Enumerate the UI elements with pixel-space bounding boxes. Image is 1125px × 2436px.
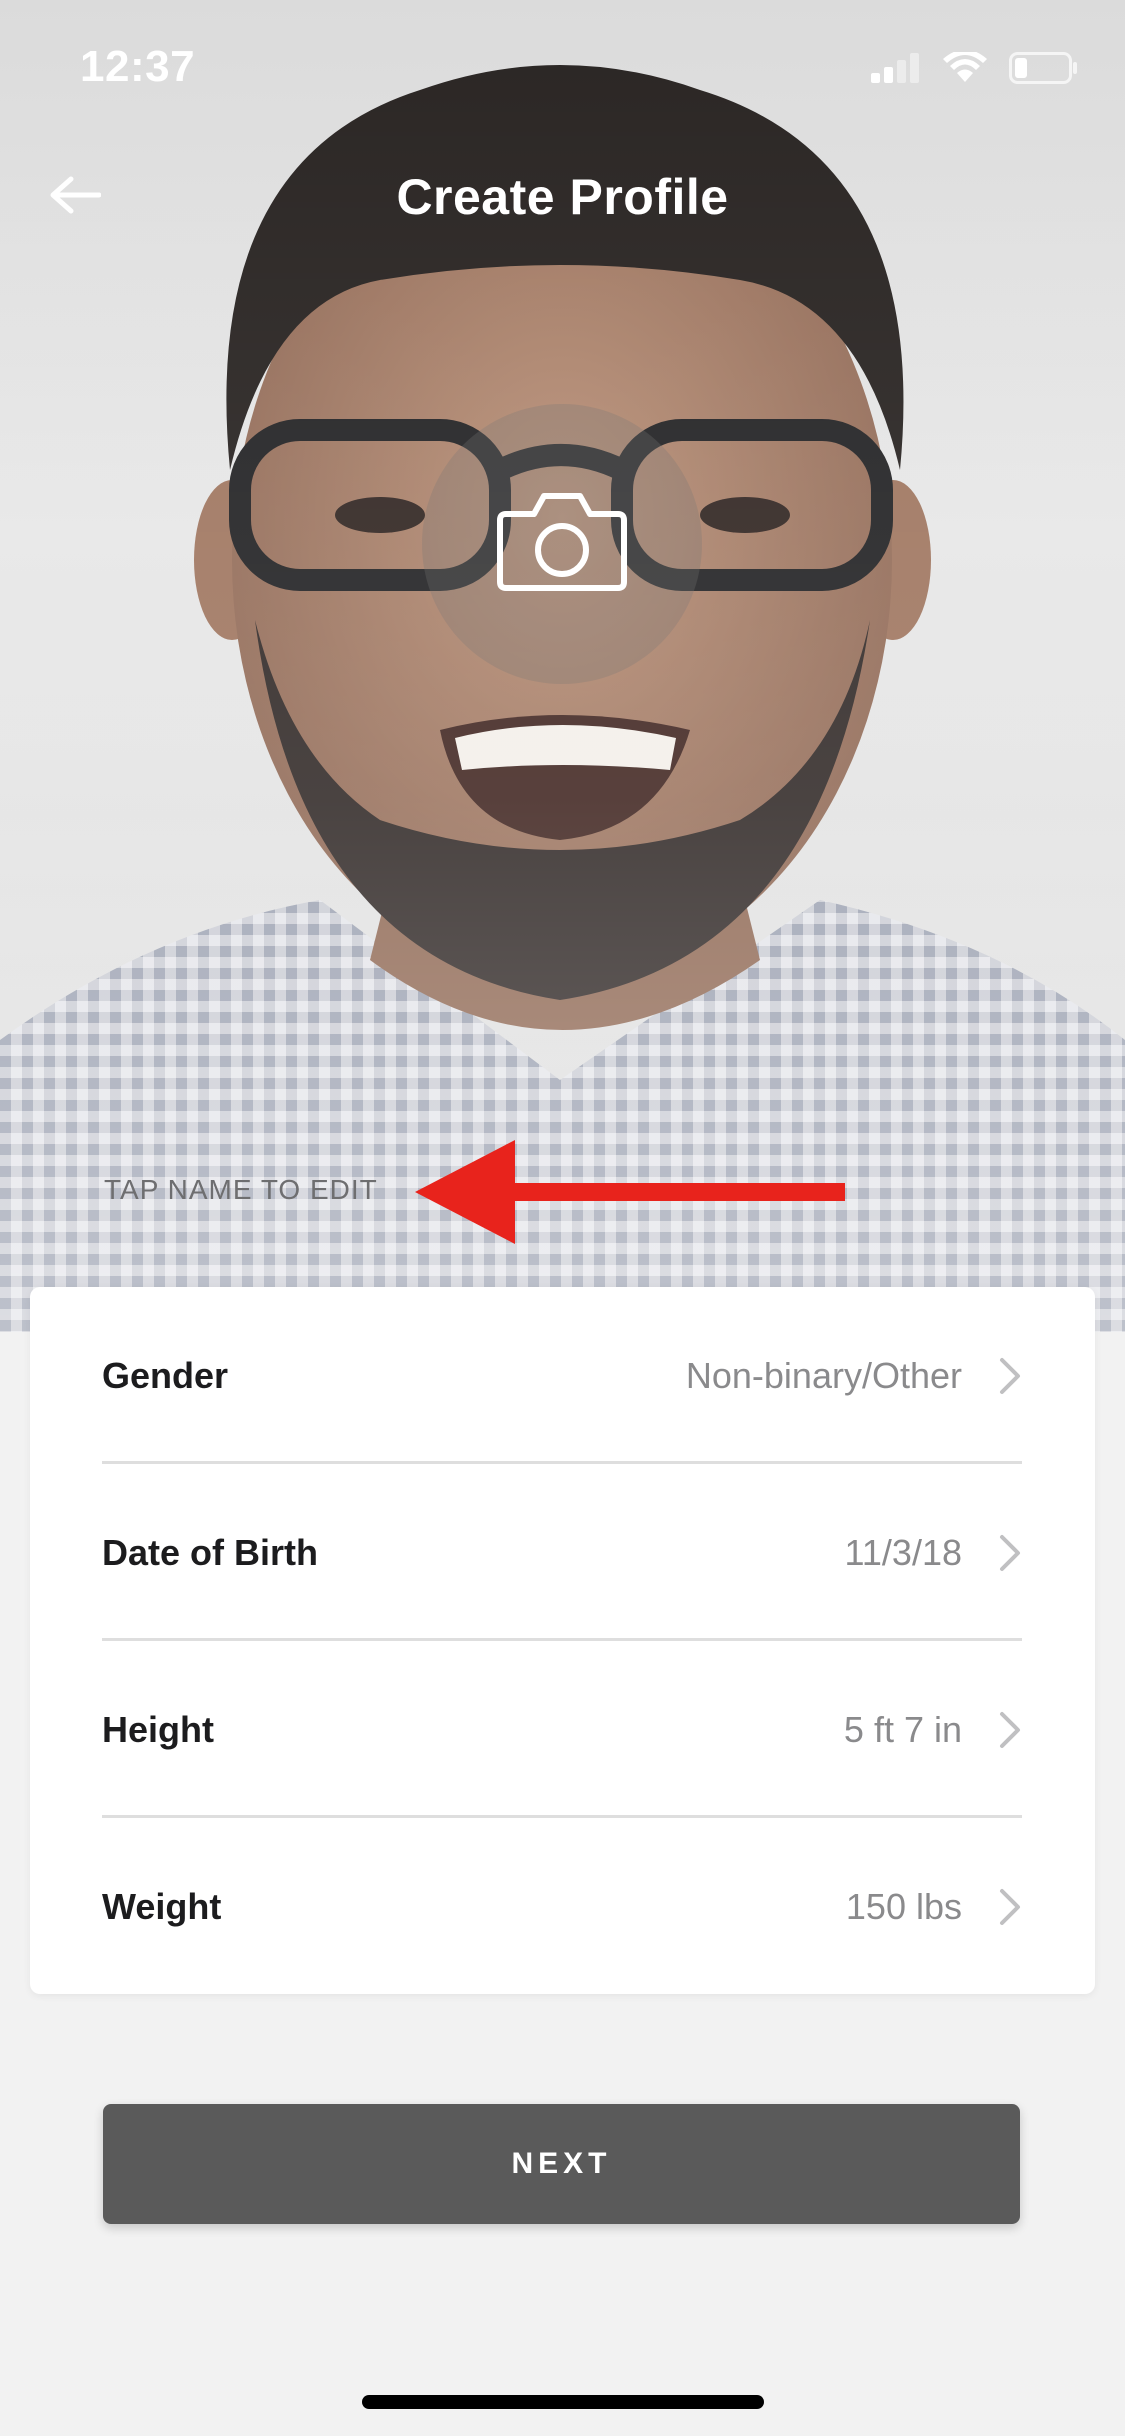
chevron-right-icon [998,1533,1022,1573]
weight-row[interactable]: Weight 150 lbs [102,1818,1022,1995]
wifi-icon [943,49,987,89]
status-bar: 12:37 [0,0,1125,132]
name-edit-hint[interactable]: TAP NAME TO EDIT [104,1174,378,1206]
gender-row[interactable]: Gender Non-binary/Other [102,1287,1022,1464]
chevron-right-icon [998,1887,1022,1927]
height-row[interactable]: Height 5 ft 7 in [102,1641,1022,1818]
status-time: 12:37 [80,42,196,91]
create-profile-screen: 12:37 Create Profile TAP NAME TO EDIT Ge… [0,0,1125,2436]
height-value: 5 ft 7 in [843,1708,962,1750]
weight-value: 150 lbs [845,1885,962,1927]
battery-icon [1009,52,1079,89]
page-title: Create Profile [396,169,729,225]
date-of-birth-label: Date of Birth [102,1531,318,1573]
date-of-birth-value: 11/3/18 [844,1531,962,1573]
chevron-right-icon [998,1710,1022,1750]
date-of-birth-row[interactable]: Date of Birth 11/3/18 [102,1464,1022,1641]
gender-value: Non-binary/Other [685,1354,962,1396]
red-arrow-annotation [415,1140,845,1244]
profile-details-card: Gender Non-binary/Other Date of Birth 11… [30,1287,1095,1994]
weight-label: Weight [102,1885,222,1927]
signal-icon [871,53,921,88]
height-label: Height [102,1708,214,1750]
camera-icon [494,490,630,599]
next-button[interactable]: NEXT [103,2104,1020,2224]
home-indicator[interactable] [362,2395,764,2409]
change-photo-button[interactable] [422,404,702,684]
chevron-right-icon [998,1356,1022,1396]
gender-label: Gender [102,1354,229,1396]
status-icons [871,49,1079,89]
